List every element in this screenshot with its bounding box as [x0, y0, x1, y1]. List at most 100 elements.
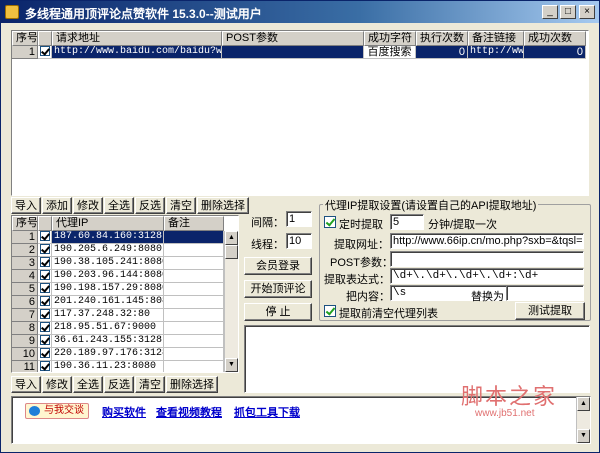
col-header-post[interactable]: POST参数 [222, 31, 364, 46]
timer-checkbox[interactable] [324, 216, 336, 228]
clear-before-checkbox[interactable] [324, 305, 336, 317]
cell-success-text: 百度搜索 [364, 46, 416, 59]
interval-input[interactable]: 1 [286, 211, 312, 227]
proxy-clear-button[interactable]: 清空 [166, 197, 196, 214]
table-row[interactable]: 9 36.61.243.155:3128 [12, 335, 224, 348]
minimize-button[interactable]: _ [542, 5, 558, 19]
table-row[interactable]: 3 190.38.105.241:8080 [12, 257, 224, 270]
col-header-check[interactable] [38, 216, 52, 231]
proxy-select-all-button[interactable]: 全选 [104, 197, 134, 214]
col-header-note-link[interactable]: 备注链接 [468, 31, 524, 46]
replace-with-input[interactable] [506, 285, 584, 301]
check-icon [40, 335, 50, 345]
table-row[interactable]: 2 190.205.6.249:8080 [12, 244, 224, 257]
post-params-input[interactable] [390, 251, 584, 267]
col-header-no[interactable]: 序号 [12, 216, 38, 231]
bottom-invert-button[interactable]: 反选 [104, 376, 134, 393]
check-icon [40, 296, 50, 306]
col-header-success-count[interactable]: 成功次数 [524, 31, 586, 46]
qq-chat-button[interactable]: 与我交谈 [25, 403, 89, 419]
row-checkbox[interactable] [38, 348, 52, 361]
table-row[interactable]: 5 190.198.157.29:8080 [12, 283, 224, 296]
cell-post [222, 46, 364, 59]
cell-proxy-ip: 187.60.84.160:3128 [52, 231, 164, 244]
bottom-delete-selected-button[interactable]: 删除选择 [166, 376, 218, 393]
watermark-logo: 脚本之家 [461, 385, 558, 410]
cell-note-link: http://www [468, 46, 524, 59]
scroll-down-icon[interactable]: ▼ [225, 358, 238, 372]
col-header-check[interactable] [38, 31, 52, 46]
bottom-edit-button[interactable]: 修改 [42, 376, 72, 393]
url-input[interactable]: http://www.66ip.cn/mo.php?sxb=&tqsl=100 [390, 233, 584, 249]
proxy-grid[interactable]: 序号 代理IP 备注 1 187.60.84.160:3128 2 190.205.6… [11, 215, 239, 373]
row-checkbox[interactable] [38, 335, 52, 348]
row-number: 10 [12, 348, 38, 361]
url-label: 提取网址： [334, 239, 389, 251]
row-checkbox[interactable] [38, 231, 52, 244]
cell-proxy-ip: 201.240.161.145:8080 [52, 296, 164, 309]
col-header-url[interactable]: 请求地址 [52, 31, 222, 46]
interval-label: 间隔： [251, 217, 284, 229]
test-extract-button[interactable]: 测试提取 [515, 302, 585, 320]
task-grid[interactable]: 序号 请求地址 POST参数 成功字符 执行次数 备注链接 成功次数 1 htt… [11, 30, 589, 196]
timer-input[interactable]: 5 [390, 214, 424, 230]
table-row[interactable]: 4 190.203.96.144:8080 [12, 270, 224, 283]
proxy-edit-button[interactable]: 修改 [73, 197, 103, 214]
col-header-success-text[interactable]: 成功字符 [364, 31, 416, 46]
member-login-button[interactable]: 会员登录 [244, 257, 312, 275]
threads-input[interactable]: 10 [286, 233, 312, 249]
proxy-scrollbar[interactable]: ▲ ▼ [224, 231, 238, 372]
bottom-select-all-button[interactable]: 全选 [73, 376, 103, 393]
table-row[interactable]: 11 190.36.11.23:8080 [12, 361, 224, 372]
row-checkbox[interactable] [38, 257, 52, 270]
table-row[interactable]: 7 117.37.248.32:80 [12, 309, 224, 322]
col-header-no[interactable]: 序号 [12, 31, 38, 46]
cell-note [164, 348, 224, 361]
scroll-up-icon[interactable]: ▲ [577, 397, 590, 411]
table-row[interactable]: 1 http://www.baidu.com/baidu?wd=## 百度搜索 … [12, 46, 586, 59]
col-header-proxy-ip[interactable]: 代理IP [52, 216, 164, 231]
check-icon [40, 322, 50, 332]
capture-tool-link[interactable]: 抓包工具下载 [234, 404, 300, 420]
proxy-delete-selected-button[interactable]: 删除选择 [197, 197, 249, 214]
footer-scrollbar[interactable]: ▲ ▼ [576, 397, 590, 443]
scroll-down-icon[interactable]: ▼ [577, 429, 590, 443]
title-bar[interactable]: 多线程通用顶评论点赞软件 15.3.0--测试用户 _ □ × [1, 1, 599, 23]
row-checkbox[interactable] [38, 46, 52, 59]
table-row[interactable]: 8 218.95.51.67:9000 [12, 322, 224, 335]
bottom-clear-button[interactable]: 清空 [135, 376, 165, 393]
proxy-import-button[interactable]: 导入 [11, 197, 41, 214]
table-row[interactable]: 10 220.189.97.176:3128 [12, 348, 224, 361]
proxy-invert-button[interactable]: 反选 [135, 197, 165, 214]
row-checkbox[interactable] [38, 296, 52, 309]
row-number: 9 [12, 335, 38, 348]
row-checkbox[interactable] [38, 270, 52, 283]
buy-software-link[interactable]: 购买软件 [102, 404, 146, 420]
col-header-note[interactable]: 备注 [164, 216, 224, 231]
row-number: 1 [12, 46, 38, 59]
col-header-exec-count[interactable]: 执行次数 [416, 31, 468, 46]
stop-button[interactable]: 停 止 [244, 303, 312, 321]
maximize-button[interactable]: □ [560, 5, 576, 19]
cell-note [164, 322, 224, 335]
row-number: 5 [12, 283, 38, 296]
proxy-add-button[interactable]: 添加 [42, 197, 72, 214]
row-checkbox[interactable] [38, 322, 52, 335]
row-checkbox[interactable] [38, 309, 52, 322]
scroll-thumb[interactable] [225, 245, 238, 259]
cell-proxy-ip: 190.36.11.23:8080 [52, 361, 164, 372]
cell-proxy-ip: 117.37.248.32:80 [52, 309, 164, 322]
regex-input[interactable]: \d+\.\d+\.\d+\.\d+:\d+ [390, 268, 584, 284]
close-button[interactable]: × [579, 5, 595, 19]
cell-note [164, 283, 224, 296]
table-row[interactable]: 6 201.240.161.145:8080 [12, 296, 224, 309]
start-button[interactable]: 开始顶评论 [244, 280, 312, 298]
row-checkbox[interactable] [38, 361, 52, 372]
scroll-up-icon[interactable]: ▲ [225, 231, 238, 245]
video-tutorial-link[interactable]: 查看视频教程 [156, 404, 222, 420]
table-row[interactable]: 1 187.60.84.160:3128 [12, 231, 224, 244]
cell-note [164, 335, 224, 348]
bottom-import-button[interactable]: 导入 [11, 376, 41, 393]
row-checkbox[interactable] [38, 244, 52, 257]
row-checkbox[interactable] [38, 283, 52, 296]
